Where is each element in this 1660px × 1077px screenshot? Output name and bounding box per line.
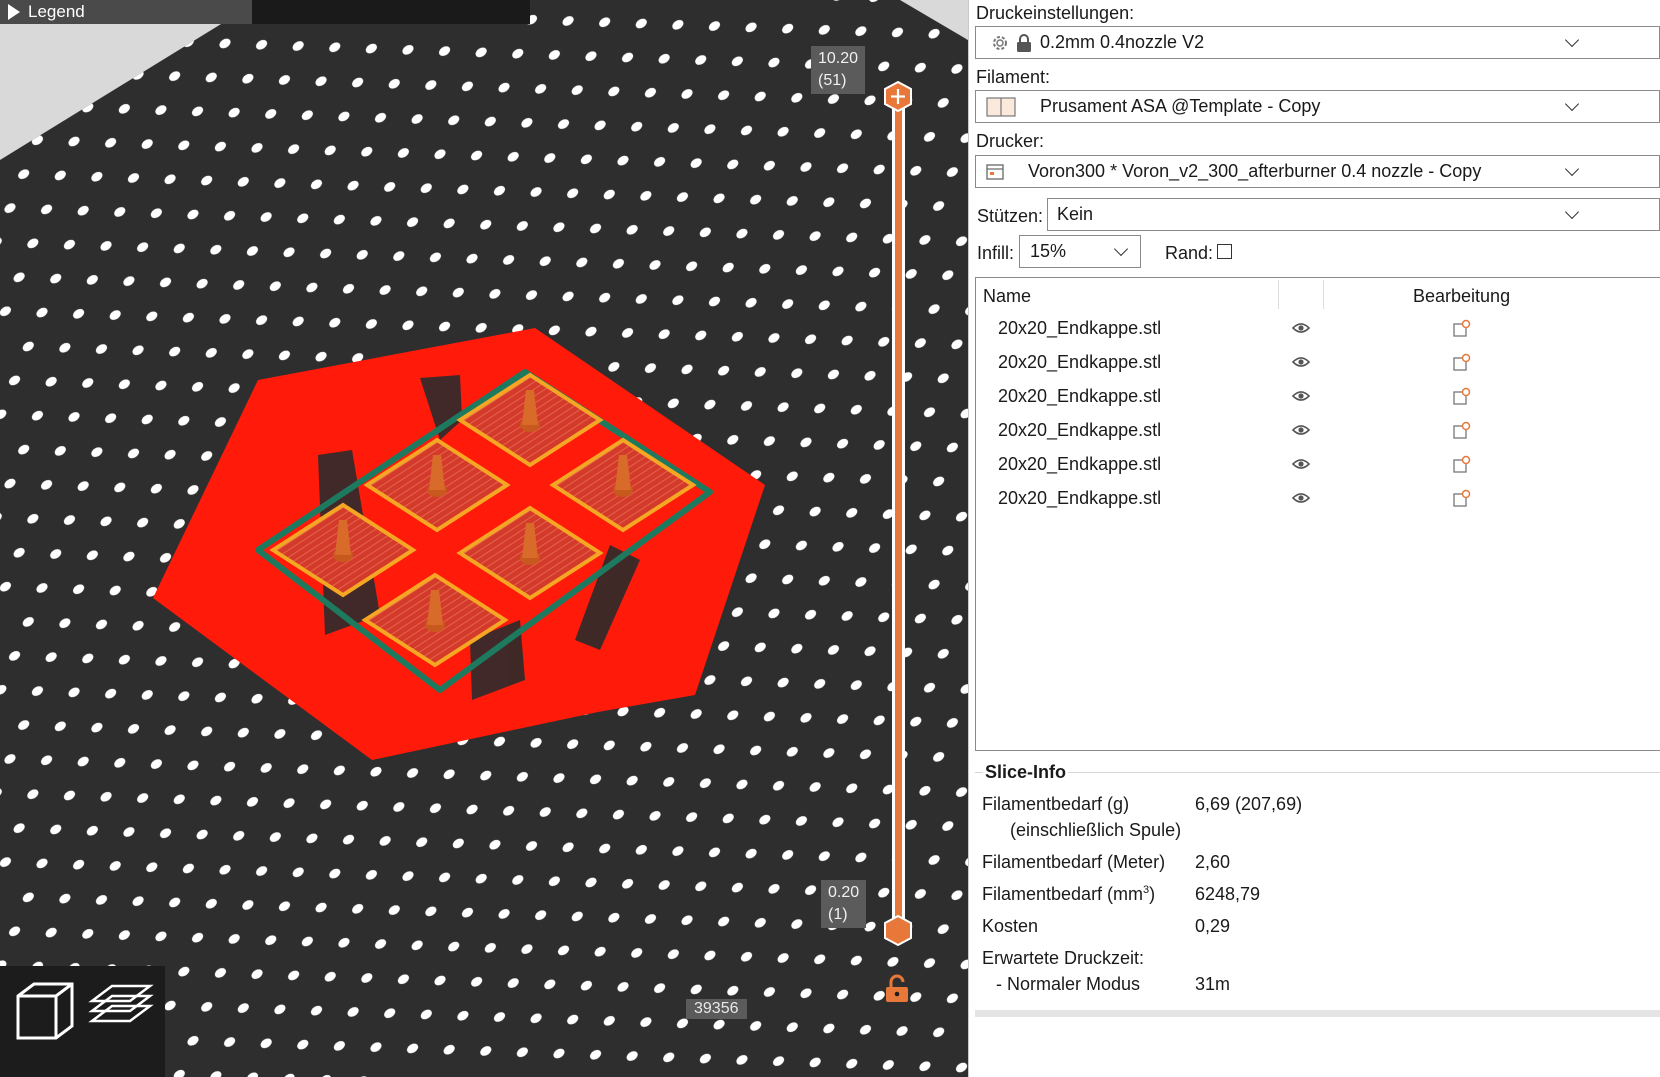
edit-settings-icon[interactable]: [1453, 421, 1471, 439]
infill-value: 15%: [1030, 241, 1067, 261]
layer-top-number: (51): [818, 72, 847, 89]
3d-preview-viewport[interactable]: Legend 10.20 (51) 0.20 (1) 39356: [0, 0, 968, 1077]
object-name: 20x20_Endkappe.stl: [998, 318, 1162, 338]
infill-label: Infill:: [977, 243, 1015, 263]
slice-info-title: Slice-Info: [983, 762, 1069, 783]
object-name: 20x20_Endkappe.stl: [998, 488, 1162, 508]
normal-mode-value: 31m: [1195, 974, 1231, 994]
layer-top-readout: 10.20 (51): [811, 46, 866, 94]
filament-g-label: Filamentbedarf (g): [982, 794, 1130, 814]
cost-value: 0,29: [1195, 916, 1231, 936]
filament-combo[interactable]: Prusament ASA @Template - Copy: [975, 90, 1660, 123]
lock-icon: [1017, 33, 1031, 52]
filament-g-sublabel: (einschließlich Spule): [1010, 820, 1182, 840]
eye-icon[interactable]: [1292, 322, 1310, 334]
layer-bottom-number: (1): [828, 906, 848, 923]
edit-settings-icon[interactable]: [1453, 387, 1471, 405]
printer-combo[interactable]: Voron300 * Voron_v2_300_afterburner 0.4 …: [975, 155, 1660, 188]
brim-label: Rand:: [1165, 243, 1214, 263]
edit-settings-icon[interactable]: [1453, 455, 1471, 473]
filament-mm3-value: 6248,79: [1195, 884, 1261, 904]
object-name: 20x20_Endkappe.stl: [998, 386, 1162, 406]
gear-icon: [993, 35, 1007, 50]
filament-mm3-close: ): [1149, 884, 1156, 904]
eye-icon[interactable]: [1292, 424, 1310, 436]
edit-settings-icon[interactable]: [1453, 489, 1471, 507]
printer-value: Voron300 * Voron_v2_300_afterburner 0.4 …: [1028, 161, 1482, 181]
printer-label: Drucker:: [976, 131, 1045, 151]
edit-settings-icon[interactable]: [1453, 319, 1471, 337]
sidebar-scrollbar[interactable]: [975, 1010, 1660, 1017]
chevron-down-icon: [1564, 161, 1580, 177]
chevron-down-icon: [1564, 32, 1580, 48]
filament-mm3-label: Filamentbedarf (mm3): [982, 884, 1155, 905]
object-row[interactable]: 20x20_Endkappe.stl: [976, 380, 1660, 414]
filament-m-label: Filamentbedarf (Meter): [982, 852, 1166, 872]
object-row[interactable]: 20x20_Endkappe.stl: [976, 312, 1660, 346]
print-settings-combo[interactable]: 0.2mm 0.4nozzle V2: [975, 26, 1660, 59]
cost-label: Kosten: [982, 916, 1039, 936]
expand-triangle-icon: [8, 4, 20, 20]
eye-icon[interactable]: [1292, 492, 1310, 504]
normal-mode-label: - Normaler Modus: [996, 974, 1141, 994]
object-row[interactable]: 20x20_Endkappe.stl: [976, 482, 1660, 516]
chevron-down-icon: [1564, 96, 1580, 112]
object-list-header: Name Bearbeitung: [976, 278, 1660, 311]
filament-value: Prusament ASA @Template - Copy: [1040, 96, 1321, 116]
print-settings-label: Druckeinstellungen:: [976, 3, 1135, 23]
layer-top-height: 10.20: [818, 50, 859, 67]
slice-info-box: Slice-Info Filamentbedarf (g) 6,69 (207,…: [975, 762, 1660, 1077]
eye-icon[interactable]: [1292, 390, 1310, 402]
column-header-edit[interactable]: Bearbeitung: [1413, 286, 1510, 307]
supports-combo[interactable]: Kein: [1047, 198, 1660, 231]
view-cube-icon[interactable]: [16, 982, 74, 1040]
object-name: 20x20_Endkappe.stl: [998, 352, 1162, 372]
eye-icon[interactable]: [1292, 356, 1310, 368]
brim-checkbox[interactable]: [1217, 244, 1232, 259]
filament-mm3-text: Filamentbedarf (mm: [982, 884, 1144, 904]
column-separator: [1323, 280, 1324, 309]
print-time-label: Erwartete Druckzeit:: [982, 948, 1145, 968]
filament-g-value: 6,69 (207,69): [1195, 794, 1303, 814]
legend-label: Legend: [28, 2, 85, 21]
vertex-count: 39356: [686, 999, 747, 1019]
filament-label: Filament:: [976, 67, 1051, 87]
eye-icon[interactable]: [1292, 458, 1310, 470]
legend-toggle[interactable]: Legend: [0, 0, 252, 24]
filament-m-value: 2,60: [1195, 852, 1231, 872]
object-list: Name Bearbeitung 20x20_Endkappe.stl 20x20…: [975, 277, 1660, 751]
printer-icon: [986, 163, 1004, 180]
filament-color-swatch-icon: [986, 96, 1016, 117]
print-settings-value: 0.2mm 0.4nozzle V2: [1040, 32, 1205, 52]
object-row[interactable]: 20x20_Endkappe.stl: [976, 346, 1660, 380]
chevron-down-icon: [1564, 204, 1580, 220]
column-separator: [1278, 280, 1279, 309]
infill-combo[interactable]: 15%: [1019, 235, 1141, 268]
column-header-name[interactable]: Name: [983, 286, 1031, 307]
layer-bottom-readout: 0.20 (1): [821, 880, 867, 928]
legend-header-strip: [252, 0, 530, 24]
supports-value: Kein: [1057, 204, 1094, 224]
chevron-down-icon: [1113, 241, 1129, 257]
edit-settings-icon[interactable]: [1453, 353, 1471, 371]
supports-label: Stützen:: [977, 206, 1044, 226]
object-row[interactable]: 20x20_Endkappe.stl: [976, 448, 1660, 482]
object-name: 20x20_Endkappe.stl: [998, 454, 1162, 474]
object-row[interactable]: 20x20_Endkappe.stl: [976, 414, 1660, 448]
layers-view-icon[interactable]: [88, 984, 154, 1023]
object-name: 20x20_Endkappe.stl: [998, 420, 1162, 440]
layer-bottom-height: 0.20: [828, 884, 860, 901]
view-toolbar: [0, 966, 165, 1077]
